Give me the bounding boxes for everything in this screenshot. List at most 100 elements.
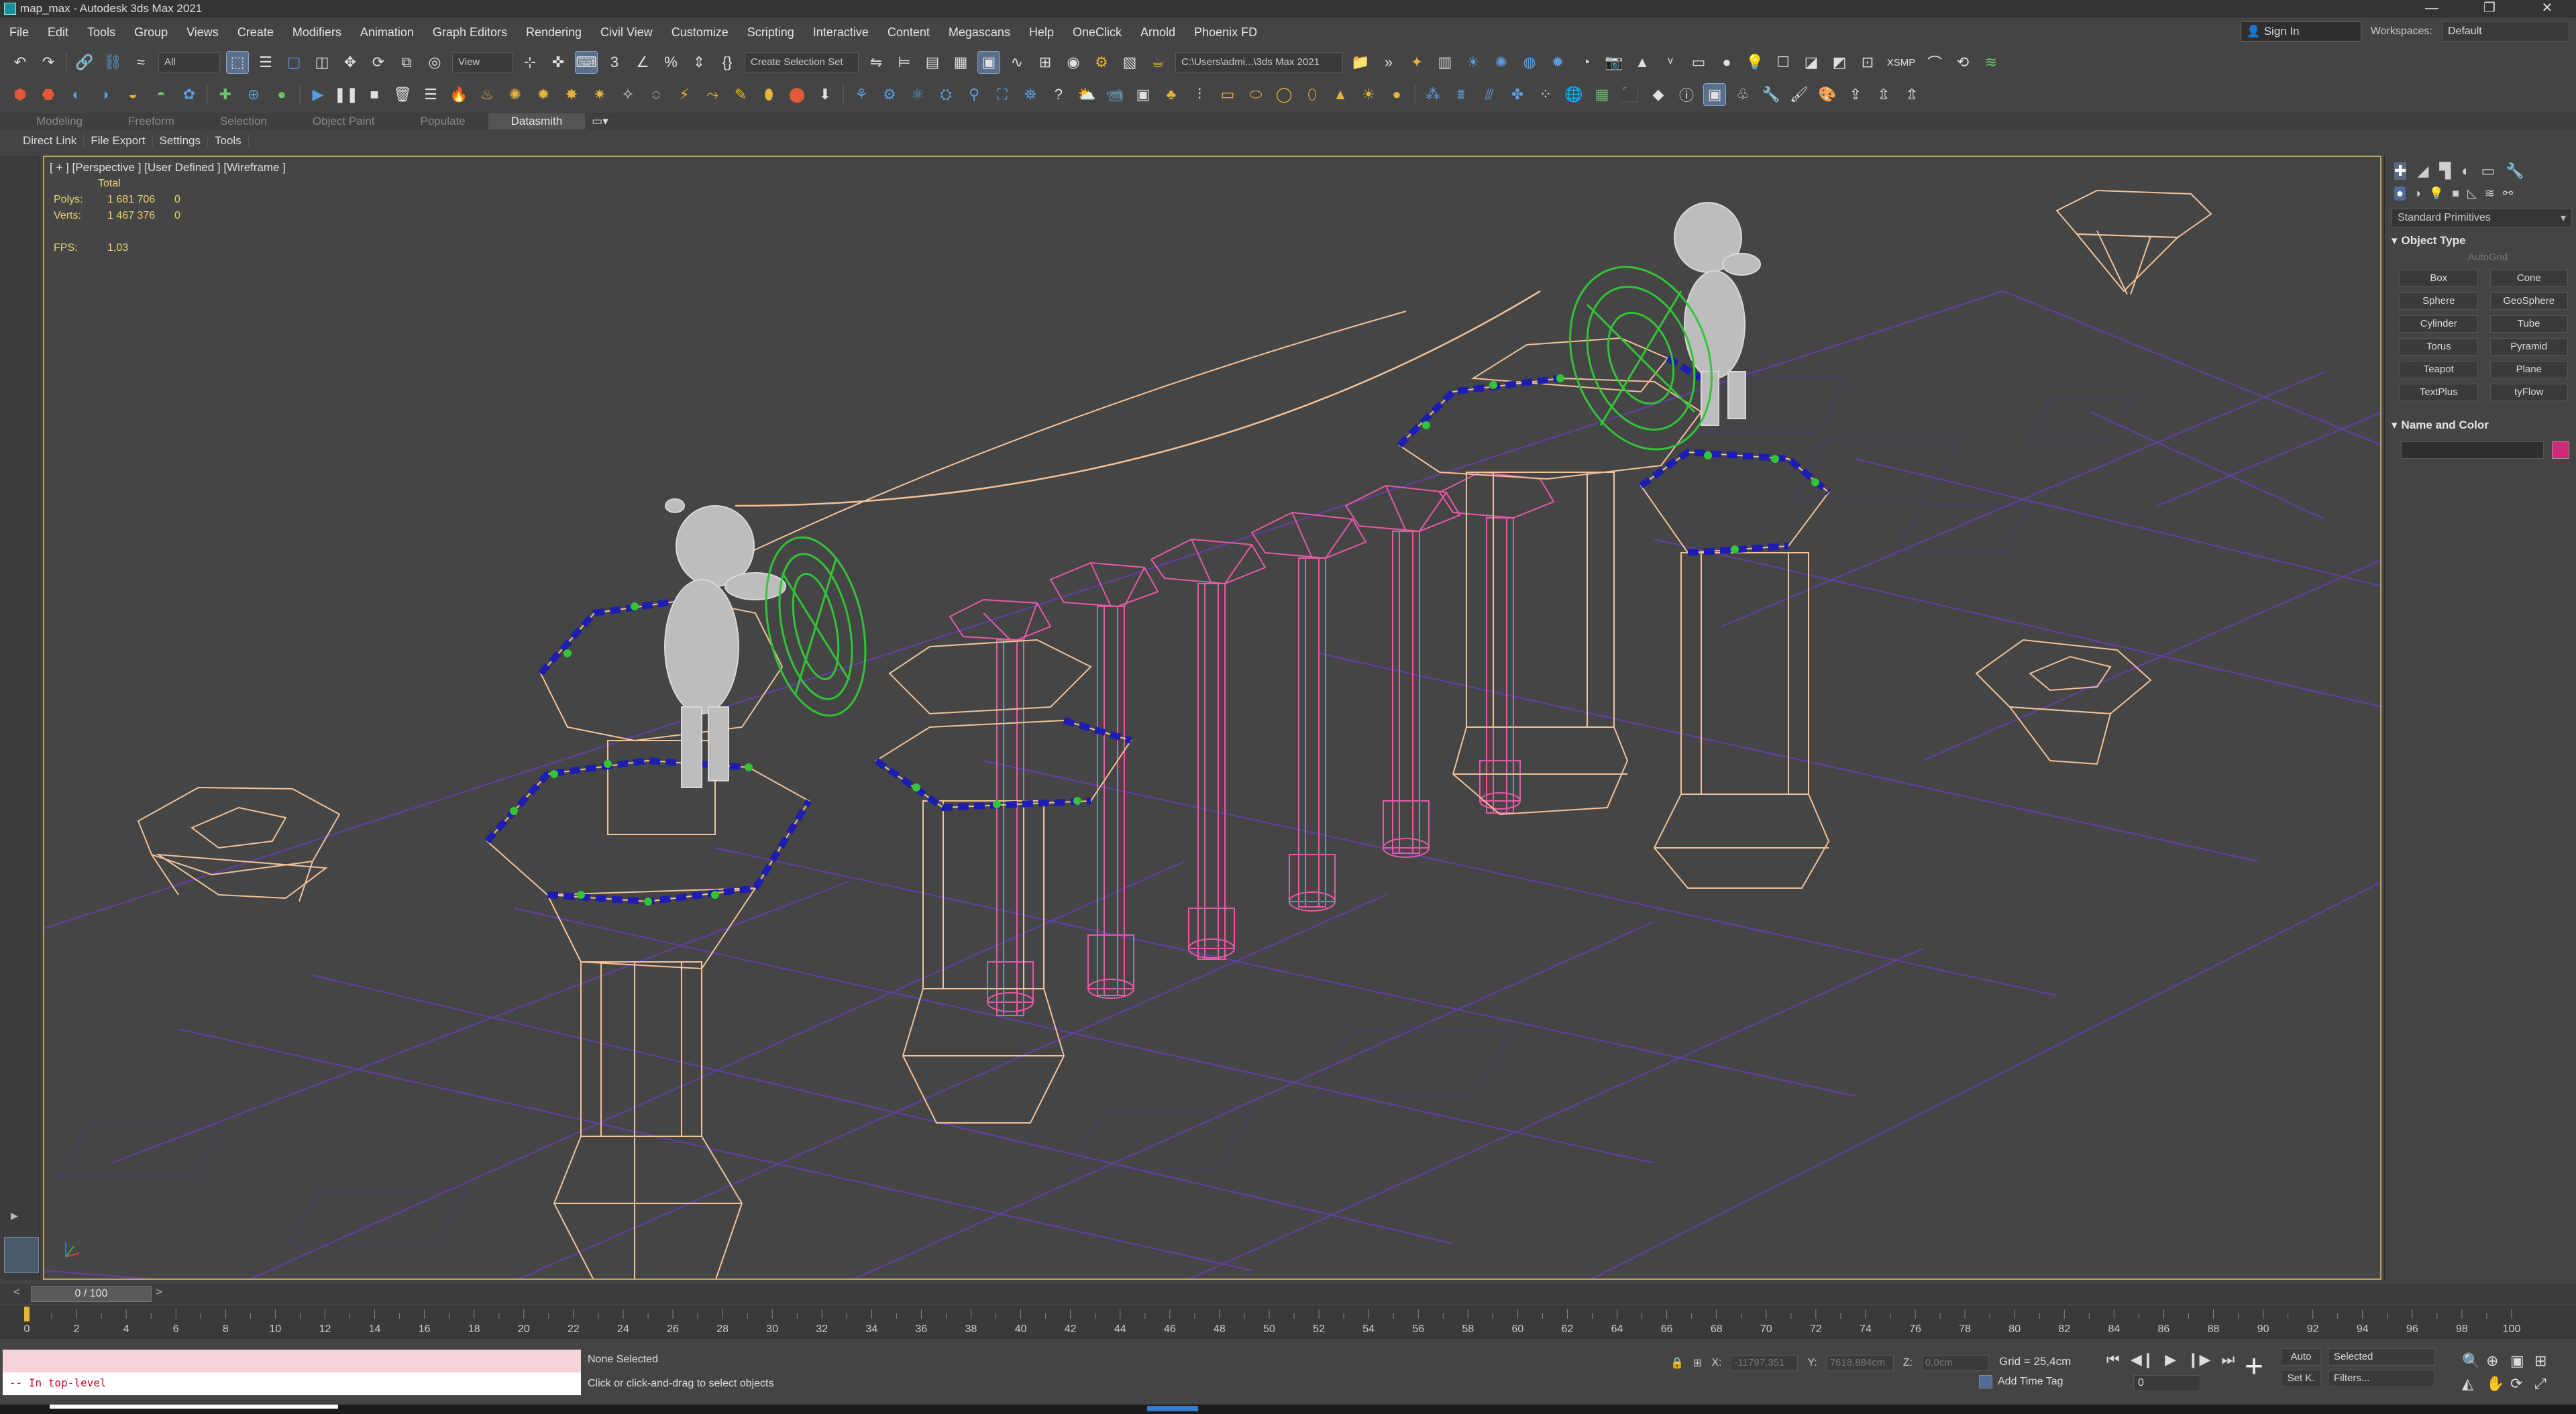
goto-start-icon[interactable]: ⏮ [2106, 1351, 2120, 1368]
export-icon-1[interactable]: ⇪ [1845, 84, 1866, 105]
cube-icon[interactable]: ⬛ [1619, 84, 1641, 105]
cylinder-button[interactable]: Cylinder [2400, 315, 2478, 333]
subtab-settings[interactable]: Settings [153, 134, 208, 148]
wrench-icon[interactable]: 🔧 [1760, 84, 1782, 105]
selection-set-select[interactable]: Create Selection Set [745, 52, 859, 72]
vray-camera-icon[interactable]: 📷 [1603, 52, 1625, 73]
autogrid-checkbox[interactable]: AutoGrid [2385, 248, 2576, 267]
motion-tab-icon[interactable]: ◐ [2461, 162, 2470, 180]
vray-icon[interactable]: ✦ [1406, 52, 1428, 73]
forest-icon[interactable]: ♣ [1161, 84, 1182, 105]
keyboard-shortcut-override-icon[interactable]: ⌨ [575, 51, 598, 74]
vray-decal-icon[interactable]: ◪ [1801, 52, 1822, 73]
maxscript-input[interactable] [3, 1350, 581, 1372]
rotate-icon[interactable]: ⟳ [368, 52, 389, 73]
menu-phoenix-fd[interactable]: Phoenix FD [1185, 25, 1267, 40]
tyflow-icon-5[interactable]: ⚲ [963, 84, 985, 105]
sun-icon[interactable]: ☀ [1358, 84, 1379, 105]
geosphere-button[interactable]: GeoSphere [2489, 292, 2568, 310]
torus-button[interactable]: Torus [2400, 338, 2478, 356]
vray-bulb-icon[interactable]: 💡 [1744, 52, 1766, 73]
vray-aerial-icon[interactable]: ⊡ [1857, 52, 1878, 73]
brush-icon[interactable]: 🖌 [1788, 84, 1810, 105]
menu-oneclick[interactable]: OneClick [1063, 25, 1131, 40]
snaps-toggle-icon[interactable]: 3 [604, 52, 625, 73]
plane-button[interactable]: Plane [2489, 361, 2568, 378]
plugin-icon-5[interactable]: ◒ [122, 84, 144, 105]
plugin-icon-3[interactable]: ◐ [66, 84, 87, 105]
link-icon[interactable]: 🔗 [74, 52, 95, 73]
menu-customize[interactable]: Customize [662, 25, 738, 40]
object-color-swatch[interactable] [2552, 441, 2569, 459]
subtab-tools[interactable]: Tools [208, 134, 249, 148]
list-icon[interactable]: ☰ [420, 84, 441, 105]
vray-clipper-icon[interactable]: ◩ [1829, 52, 1850, 73]
subtab-direct-link[interactable]: Direct Link [16, 134, 85, 148]
vray-ies-icon[interactable]: ◔ [1575, 52, 1597, 73]
plugin-icon-9[interactable]: ⊕ [243, 84, 264, 105]
track-bar[interactable]: 0 2 4 6 8 10 12 14 16 18 20 22 24 26 28 30 32 34 36 38 40 42 4… [0, 1305, 2576, 1339]
workspaces-select[interactable]: Default [2442, 21, 2569, 42]
bind-space-warp-icon[interactable]: ≈ [130, 52, 152, 73]
goto-end-icon[interactable]: ⏭ [2221, 1351, 2235, 1368]
field-of-view-icon[interactable]: ◭ [2462, 1375, 2486, 1393]
spacewarps-icon[interactable]: ≋ [2485, 186, 2495, 201]
zoom-icon[interactable]: 🔍 [2462, 1352, 2486, 1370]
ribbon-toggle-icon[interactable]: ▣ [977, 51, 1000, 74]
percent-snap-icon[interactable]: % [660, 52, 682, 73]
x-coordinate-field[interactable]: -11797,351 [1731, 1355, 1799, 1371]
sphere-button[interactable]: Sphere [2400, 292, 2478, 310]
phoenix-liquid-icon[interactable]: ♨ [476, 84, 498, 105]
play-icon[interactable]: ▶ [2165, 1351, 2176, 1368]
schematic-view-icon[interactable]: ⊞ [1034, 52, 1056, 73]
vray-sphere-icon[interactable]: ● [1716, 52, 1737, 73]
layout-icon[interactable]: ▣ [1703, 83, 1726, 106]
object-type-rollout[interactable]: ▾ Object Type [2392, 234, 2572, 248]
time-prev-icon[interactable]: < [9, 1287, 24, 1301]
menu-graph-editors[interactable]: Graph Editors [423, 25, 517, 40]
tab-object-paint[interactable]: Object Paint [290, 115, 398, 128]
export-icon-3[interactable]: ⇬ [1901, 84, 1923, 105]
plugin-icon-2[interactable]: ⬣ [38, 84, 59, 105]
select-manipulate-icon[interactable]: ✜ [547, 52, 569, 73]
xsmp-label[interactable]: XSMP [1885, 52, 1917, 73]
phoenix-foam-icon[interactable]: ⬮ [758, 84, 780, 105]
phoenix-gravity-icon[interactable]: ⬇ [814, 84, 836, 105]
menu-modifiers[interactable]: Modifiers [283, 25, 351, 40]
mirror-icon[interactable]: ⇋ [865, 52, 887, 73]
cloth-icon[interactable]: ⩩ [1450, 84, 1472, 105]
scale-icon[interactable]: ⧉ [396, 52, 417, 73]
maximize-button[interactable]: ❐ [2461, 0, 2518, 17]
display-tab-icon[interactable]: ▭ [2481, 162, 2496, 180]
window-crossing-icon[interactable]: ◫ [311, 52, 333, 73]
menu-interactive[interactable]: Interactive [804, 25, 878, 40]
perspective-viewport[interactable]: [ + ] [Perspective ] [User Defined ] [Wi… [43, 156, 2381, 1280]
plugin-icon-4[interactable]: ◑ [94, 84, 115, 105]
play-icon[interactable]: ▶ [307, 84, 329, 105]
pause-icon[interactable]: ❚❚ [334, 84, 359, 105]
spinner-snap-icon[interactable]: ⇕ [688, 52, 710, 73]
unlink-icon[interactable]: ⛓ [102, 52, 123, 73]
menu-scripting[interactable]: Scripting [738, 25, 804, 40]
ribbon-options-icon[interactable]: ▭▾ [585, 115, 615, 128]
hair-icon[interactable]: ⫻ [1479, 84, 1500, 105]
set-key-button[interactable]: Set K. [2281, 1370, 2321, 1387]
tab-populate[interactable]: Populate [398, 115, 488, 128]
vray-dome-icon[interactable]: ◍ [1519, 52, 1540, 73]
tab-selection[interactable]: Selection [197, 115, 290, 128]
grid-icon[interactable]: ▦ [1591, 84, 1613, 105]
maximize-viewport-icon[interactable]: ⤢ [2534, 1375, 2559, 1393]
reference-coord-select[interactable]: View [452, 52, 513, 72]
select-object-icon[interactable]: ⬚ [226, 51, 249, 74]
phoenix-fuel-icon[interactable]: ⬤ [786, 84, 808, 105]
sign-in-dropdown[interactable]: 👤 Sign In [2240, 21, 2361, 42]
create-tab-icon[interactable]: ✚ [2394, 162, 2407, 180]
shapes-icon[interactable]: ◑ [2414, 186, 2421, 201]
menu-animation[interactable]: Animation [351, 25, 423, 40]
modify-tab-icon[interactable]: ◢ [2417, 162, 2428, 180]
key-filter-select[interactable]: Selected [2328, 1348, 2435, 1366]
pyramid-button[interactable]: Pyramid [2489, 338, 2568, 356]
vray-scene-icon[interactable]: ☐ [1772, 52, 1794, 73]
box-icon[interactable]: ▭ [1217, 84, 1238, 105]
viewport-layout-icon[interactable]: ▣ [1132, 84, 1154, 105]
